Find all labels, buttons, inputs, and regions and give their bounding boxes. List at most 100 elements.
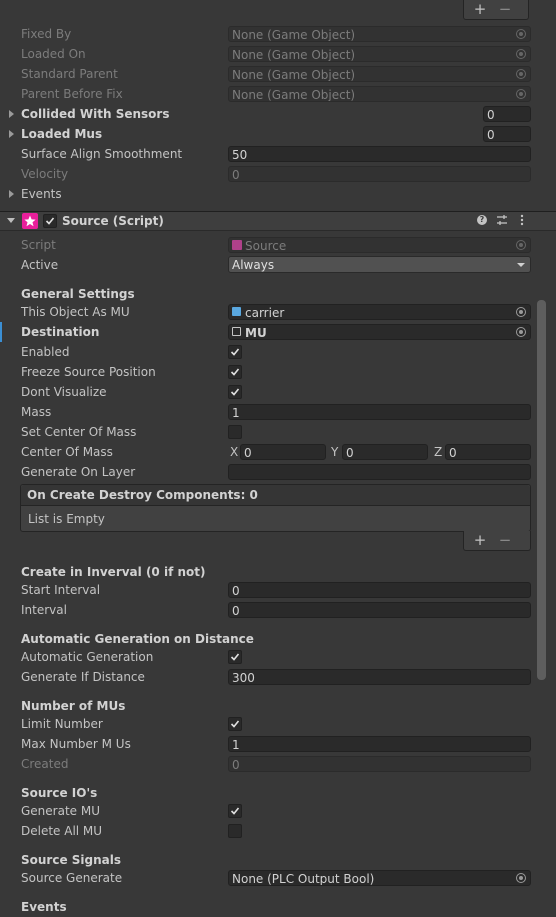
auto-gen-checkbox[interactable] [228,650,242,664]
generate-mu-label: Generate MU [21,804,100,818]
dropdown-arrow-icon [517,263,525,267]
mass-label: Mass [21,405,52,419]
com-z-label: Z [434,445,443,459]
destination-field[interactable]: MU [228,324,531,340]
fixed-by-label: Fixed By [21,27,72,41]
active-dropdown[interactable]: Always [228,256,531,273]
delete-all-mu-label: Delete All MU [21,824,103,838]
gen-if-distance-label: Generate If Distance [21,670,145,684]
top-list-remove-button[interactable]: − [495,0,515,19]
limit-number-checkbox[interactable] [228,717,242,731]
loaded-mus-foldout-arrow-icon[interactable] [9,130,14,138]
dont-visualize-checkbox[interactable] [228,385,242,399]
max-number-field[interactable]: 1 [228,736,531,752]
max-number-label: Max Number M Us [21,737,131,751]
number-heading: Number of MUs [21,699,126,713]
object-picker-icon[interactable] [516,307,526,317]
object-picker-icon[interactable] [516,29,526,39]
active-label: Active [21,258,59,272]
script-component-icon [22,213,38,229]
destroy-list-add-button[interactable]: + [470,531,490,550]
help-icon[interactable]: ? [477,215,487,225]
script-file-icon [232,240,242,250]
velocity-label: Velocity [21,167,69,181]
destroy-list-remove-button[interactable]: − [495,531,515,550]
interval-field[interactable]: 0 [228,602,531,618]
context-menu-icon[interactable] [516,214,528,226]
object-picker-icon[interactable] [516,89,526,99]
events-foldout-arrow-icon[interactable] [9,190,14,198]
object-picker-icon[interactable] [516,69,526,79]
object-picker-icon [516,240,526,250]
gen-if-distance-field[interactable]: 300 [228,669,531,685]
com-y-field[interactable]: 0 [342,444,428,460]
top-list-add-button[interactable]: + [470,0,490,19]
ios-heading: Source IO's [21,786,98,800]
set-com-label: Set Center Of Mass [21,425,137,439]
surface-align-label: Surface Align Smoothment [21,147,183,161]
velocity-field: 0 [228,166,531,182]
component-foldout-arrow-icon[interactable] [7,218,15,223]
events-bottom-heading[interactable]: Events [21,897,67,917]
gameobject-cube-icon [232,307,241,316]
parent-before-fix-label: Parent Before Fix [21,87,123,101]
com-x-label: X [230,445,239,459]
generate-mu-checkbox[interactable] [228,804,242,818]
component-enabled-checkbox[interactable] [43,214,57,228]
top-list-footer: + − [463,0,529,20]
signals-heading: Source Signals [21,853,122,867]
collided-foldout-arrow-icon[interactable] [9,110,14,118]
com-x-field[interactable]: 0 [240,444,326,460]
created-field: 0 [228,756,531,772]
scrollbar-thumb[interactable] [537,300,546,680]
destroy-list-footer: + − [463,531,531,551]
limit-number-label: Limit Number [21,717,103,731]
interval-heading: Create in Inverval (0 if not) [21,565,206,579]
gen-layer-label: Generate On Layer [21,465,136,479]
distance-heading: Automatic Generation on Distance [21,632,254,646]
source-generate-field[interactable]: None (PLC Output Bool) [228,870,531,886]
loaded-mus-count[interactable]: 0 [483,126,531,142]
gen-layer-field[interactable] [228,464,531,480]
fixed-by-field[interactable]: None (Game Object) [228,26,531,42]
object-picker-icon[interactable] [516,327,526,337]
dont-visualize-label: Dont Visualize [21,385,107,399]
component-title[interactable]: Source (Script) [62,211,164,231]
destroy-list-title: On Create Destroy Components: 0 [27,488,258,502]
com-label: Center Of Mass [21,445,113,459]
object-picker-icon[interactable] [516,873,526,883]
this-object-label: This Object As MU [21,305,130,319]
selection-marker [0,322,2,342]
enabled-checkbox[interactable] [228,345,242,359]
standard-parent-label: Standard Parent [21,67,118,81]
start-interval-label: Start Interval [21,583,101,597]
auto-gen-label: Automatic Generation [21,650,154,664]
start-interval-field[interactable]: 0 [228,582,531,598]
collided-with-sensors-count[interactable]: 0 [483,106,531,122]
surface-align-field[interactable]: 50 [228,146,531,162]
loaded-on-label: Loaded On [21,47,86,61]
created-label: Created [21,757,69,771]
freeze-checkbox[interactable] [228,365,242,379]
com-z-field[interactable]: 0 [445,444,531,460]
prefab-cube-icon [232,327,241,336]
delete-all-mu-checkbox[interactable] [228,824,242,838]
mass-field[interactable]: 1 [228,404,531,420]
script-field: Source [228,237,531,253]
loaded-on-field[interactable]: None (Game Object) [228,46,531,62]
object-picker-icon[interactable] [516,49,526,59]
destroy-components-list: On Create Destroy Components: 0 List is … [20,484,531,532]
loaded-mus-label[interactable]: Loaded Mus [21,124,102,144]
standard-parent-field[interactable]: None (Game Object) [228,66,531,82]
events-top-label[interactable]: Events [21,184,62,204]
destroy-list-empty-text: List is Empty [28,512,105,526]
collided-with-sensors-label[interactable]: Collided With Sensors [21,104,169,124]
this-object-field[interactable]: carrier [228,304,531,320]
parent-before-fix-field[interactable]: None (Game Object) [228,86,531,102]
presets-icon[interactable] [496,214,508,226]
general-settings-heading: General Settings [21,287,135,301]
source-generate-label: Source Generate [21,871,123,885]
interval-label: Interval [21,603,67,617]
script-label: Script [21,238,56,252]
set-com-checkbox[interactable] [228,425,242,439]
